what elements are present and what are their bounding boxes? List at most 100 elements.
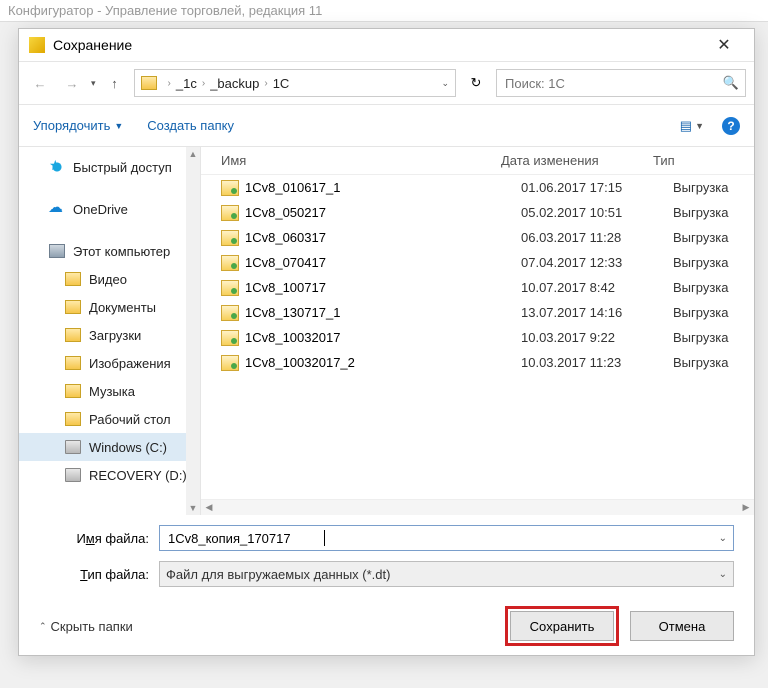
fold-icon [65, 328, 81, 342]
filetype-value: Файл для выгружаемых данных (*.dt) [166, 567, 713, 582]
file-row[interactable]: 1Cv8_10071710.07.2017 8:42Выгрузка [201, 275, 754, 300]
form-area: Имя файла: ⌄ Тип файла: Файл для выгружа… [19, 515, 754, 597]
sidebar-item-label: RECOVERY (D:) [89, 468, 187, 483]
sidebar-item-label: Этот компьютер [73, 244, 170, 259]
file-date: 06.03.2017 11:28 [521, 230, 673, 245]
refresh-button[interactable]: ↻ [462, 69, 490, 97]
col-type[interactable]: Тип [653, 153, 754, 168]
file-row[interactable]: 1Cv8_010617_101.06.2017 17:15Выгрузка [201, 175, 754, 200]
file-type: Выгрузка [673, 330, 729, 345]
file-row[interactable]: 1Cv8_1003201710.03.2017 9:22Выгрузка [201, 325, 754, 350]
file-date: 10.07.2017 8:42 [521, 280, 673, 295]
close-button[interactable]: ✕ [704, 31, 744, 59]
file-row[interactable]: 1Cv8_05021705.02.2017 10:51Выгрузка [201, 200, 754, 225]
file-row[interactable]: 1Cv8_06031706.03.2017 11:28Выгрузка [201, 225, 754, 250]
fold-icon [65, 412, 81, 426]
sidebar-item-label: Рабочий стол [89, 412, 171, 427]
fold-icon [65, 272, 81, 286]
up-button[interactable]: ↑ [102, 70, 128, 96]
text-caret [324, 530, 325, 546]
search-icon[interactable]: 🔍 [723, 75, 739, 91]
breadcrumb-seg[interactable]: _backup [210, 76, 259, 91]
breadcrumb-dropdown[interactable]: ⌄ [441, 78, 449, 89]
view-button[interactable]: ▤ ▼ [680, 118, 704, 134]
breadcrumb-seg[interactable]: _1c [176, 76, 197, 91]
search-box[interactable]: 🔍 [496, 69, 746, 97]
col-date[interactable]: Дата изменения [501, 153, 653, 168]
col-name[interactable]: Имя [201, 153, 501, 168]
scroll-left-icon[interactable]: ◀ [201, 502, 217, 513]
star-icon [49, 160, 65, 174]
dialog-title: Сохранение [53, 37, 704, 53]
sidebar-item[interactable]: Windows (C:) [19, 433, 200, 461]
sidebar: Быстрый доступ OneDrive Этот компьютер Виде… [19, 147, 201, 515]
chevron-down-icon[interactable]: ⌄ [713, 569, 727, 580]
filename-combo[interactable]: ⌄ [159, 525, 734, 551]
horiz-scrollbar[interactable]: ◀ ▶ [201, 499, 754, 515]
drive-icon [65, 468, 81, 482]
file-icon [221, 330, 239, 346]
file-row[interactable]: 1Cv8_10032017_210.03.2017 11:23Выгрузка [201, 350, 754, 375]
file-row[interactable]: 1Cv8_130717_113.07.2017 14:16Выгрузка [201, 300, 754, 325]
parent-window-title: Конфигуратор - Управление торговлей, ред… [0, 0, 768, 22]
chevron-down-icon: ▼ [695, 121, 704, 131]
chevron-icon: › [259, 78, 272, 89]
nav-bar: ← → ▾ ↑ › _1c › _backup › 1C ⌄ ↻ 🔍 [19, 61, 754, 105]
forward-button[interactable]: → [59, 70, 85, 96]
file-name: 1Cv8_10032017_2 [245, 355, 521, 370]
organize-label: Упорядочить [33, 118, 110, 133]
sidebar-item[interactable]: Изображения [19, 349, 200, 377]
sidebar-item-label: Видео [89, 272, 127, 287]
chevron-up-icon: ⌃ [39, 621, 47, 632]
file-type: Выгрузка [673, 230, 729, 245]
hide-folders-button[interactable]: ⌃ Скрыть папки [39, 619, 133, 634]
scroll-right-icon[interactable]: ▶ [738, 502, 754, 513]
file-row[interactable]: 1Cv8_07041707.04.2017 12:33Выгрузка [201, 250, 754, 275]
chevron-down-icon[interactable]: ⌄ [713, 533, 727, 544]
file-icon [221, 205, 239, 221]
sidebar-scrollbar[interactable]: ▲ ▼ [186, 147, 200, 515]
cancel-button[interactable]: Отмена [630, 611, 734, 641]
filetype-combo[interactable]: Файл для выгружаемых данных (*.dt) ⌄ [159, 561, 734, 587]
sidebar-item[interactable]: Видео [19, 265, 200, 293]
sidebar-item[interactable]: Быстрый доступ [19, 153, 200, 181]
sidebar-item[interactable]: Рабочий стол [19, 405, 200, 433]
toolbar: Упорядочить ▼ Создать папку ▤ ▼ ? [19, 105, 754, 147]
file-name: 1Cv8_050217 [245, 205, 521, 220]
scroll-up-icon[interactable]: ▲ [186, 147, 200, 161]
history-dropdown-icon[interactable]: ▾ [91, 78, 96, 89]
save-dialog: Сохранение ✕ ← → ▾ ↑ › _1c › _backup › 1… [18, 28, 755, 656]
search-input[interactable] [503, 75, 723, 92]
file-icon [221, 280, 239, 296]
filename-input[interactable] [166, 530, 713, 547]
scroll-down-icon[interactable]: ▼ [186, 501, 200, 515]
breadcrumb[interactable]: › _1c › _backup › 1C ⌄ [134, 69, 456, 97]
help-button[interactable]: ? [722, 117, 740, 135]
file-date: 05.02.2017 10:51 [521, 205, 673, 220]
file-icon [221, 305, 239, 321]
file-name: 1Cv8_100717 [245, 280, 521, 295]
breadcrumb-seg[interactable]: 1C [273, 76, 290, 91]
file-list: 1Cv8_010617_101.06.2017 17:15Выгрузка1Cv… [201, 175, 754, 499]
sidebar-item[interactable]: Этот компьютер [19, 237, 200, 265]
file-name: 1Cv8_130717_1 [245, 305, 521, 320]
fold-icon [65, 300, 81, 314]
sidebar-item[interactable]: Музыка [19, 377, 200, 405]
sidebar-item[interactable]: OneDrive [19, 195, 200, 223]
sidebar-item[interactable]: Документы [19, 293, 200, 321]
sidebar-item-label: Документы [89, 300, 156, 315]
file-date: 13.07.2017 14:16 [521, 305, 673, 320]
save-button[interactable]: Сохранить [510, 611, 614, 641]
app-icon [29, 37, 45, 53]
back-button[interactable]: ← [27, 70, 53, 96]
sidebar-item[interactable]: RECOVERY (D:) [19, 461, 200, 489]
new-folder-button[interactable]: Создать папку [147, 118, 234, 133]
file-type: Выгрузка [673, 255, 729, 270]
pc-icon [49, 244, 65, 258]
footer: ⌃ Скрыть папки Сохранить Отмена [19, 597, 754, 655]
column-headers: Имя Дата изменения Тип [201, 147, 754, 175]
organize-button[interactable]: Упорядочить ▼ [33, 118, 123, 133]
fold-icon [65, 384, 81, 398]
sidebar-item-label: Загрузки [89, 328, 141, 343]
sidebar-item[interactable]: Загрузки [19, 321, 200, 349]
